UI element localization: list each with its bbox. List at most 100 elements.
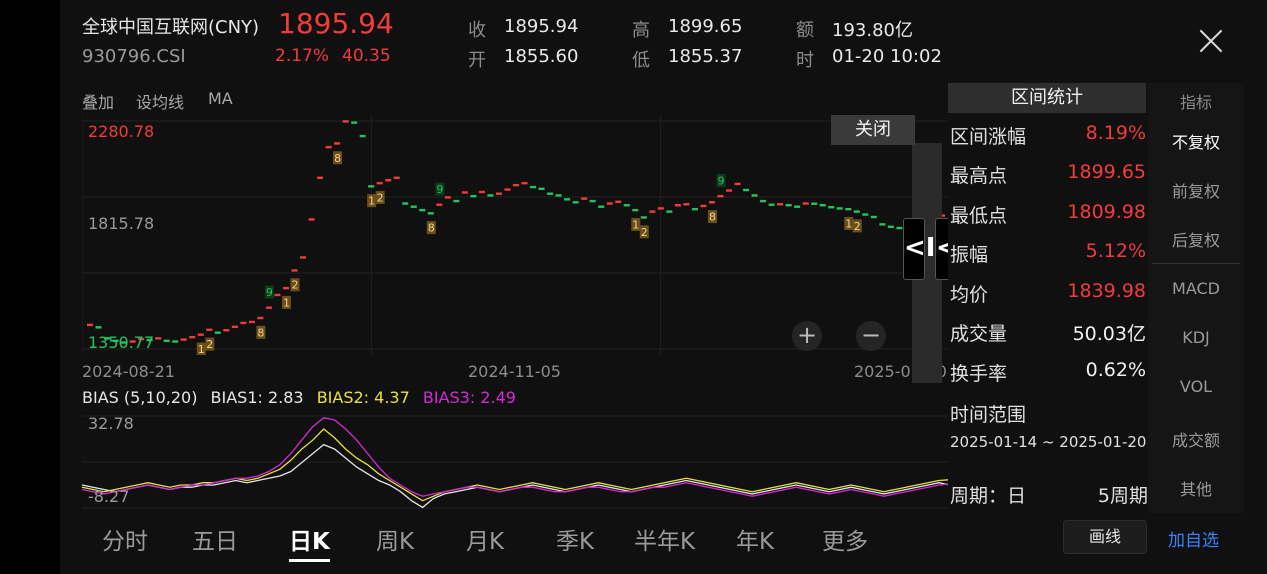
candle [223, 329, 230, 332]
tab-quarterly-k[interactable]: 季K [556, 522, 594, 556]
bias-legend: BIAS (5,10,20) BIAS1: 2.83 BIAS2: 4.37 B… [82, 388, 524, 407]
candle [674, 204, 681, 207]
quote-label-close: 收 [468, 20, 486, 41]
range-handle-left[interactable]: <I [903, 218, 935, 280]
kline-markers: 12891289128912891289 [196, 151, 922, 355]
candle [700, 204, 707, 208]
set-ma-button[interactable]: 设均线 [136, 89, 184, 113]
candle [734, 182, 741, 186]
tab-five-day[interactable]: 五日 [192, 522, 238, 556]
candle [180, 338, 187, 341]
candle [768, 203, 775, 206]
candle [206, 328, 213, 331]
bias-y-top: 32.78 [88, 414, 134, 433]
candle [427, 212, 434, 215]
quote-value-high: 1899.65 [668, 16, 743, 37]
y-axis-mid: 1815.78 [88, 214, 155, 233]
bias-grid [82, 415, 950, 509]
kline-chart[interactable]: 12891289128912891289 [82, 115, 950, 355]
kline-bars [87, 120, 945, 344]
candle [606, 202, 613, 205]
zoom-out-button[interactable]: − [856, 321, 886, 351]
candle [640, 216, 647, 219]
candle [368, 185, 375, 188]
candle [274, 293, 281, 297]
candle [530, 185, 537, 189]
candle [163, 339, 170, 343]
candle [870, 215, 877, 219]
td-marker-label: 2 [377, 191, 384, 204]
tab-weekly-k[interactable]: 周K [376, 522, 414, 556]
side-indicator[interactable]: 指标 [1148, 89, 1244, 113]
candle [487, 194, 494, 197]
candle [325, 145, 332, 149]
side-no-adjust[interactable]: 不复权 [1148, 129, 1244, 153]
quote-value-close: 1895.94 [504, 16, 579, 37]
candle [581, 197, 588, 200]
tab-halfyear-k[interactable]: 半年K [634, 522, 695, 556]
candle [419, 208, 426, 212]
candle [879, 223, 886, 226]
candle [521, 181, 528, 185]
tab-intraday[interactable]: 分时 [102, 522, 148, 556]
tab-yearly-k[interactable]: 年K [736, 522, 774, 556]
app-frame: 全球中国互联网(CNY) 1895.94 930796.CSI 2.17% 40… [60, 0, 1267, 574]
td-marker-label: 8 [709, 211, 716, 224]
close-range-button[interactable]: 关闭 [831, 115, 915, 145]
bias1-value: BIAS1: 2.83 [210, 388, 304, 407]
candle [300, 256, 306, 259]
td-marker-label: 8 [428, 222, 435, 235]
candle [836, 207, 843, 210]
candle [853, 210, 860, 213]
side-vol[interactable]: VOL [1148, 377, 1244, 396]
candle [240, 321, 247, 325]
candle [282, 286, 289, 290]
add-watchlist-button[interactable]: 加自选 [1168, 526, 1219, 551]
candle [376, 181, 383, 185]
tab-daily-k[interactable]: 日K [289, 522, 330, 562]
range-stats-panel: 区间统计 区间涨幅 8.19% 最高点 1899.65 最低点 1809.98 振幅 5… [948, 83, 1148, 513]
overlay-button[interactable]: 叠加 [82, 89, 114, 113]
candle [393, 176, 400, 179]
candle [691, 207, 698, 211]
candle [777, 203, 784, 206]
side-forward-adjust[interactable]: 前复权 [1148, 178, 1244, 202]
quote-label-high: 高 [632, 20, 650, 41]
side-divider [1152, 263, 1240, 264]
time-range-label: 时间范围 [950, 404, 1027, 426]
candle [317, 176, 324, 179]
candle [359, 134, 366, 138]
kline-grid [82, 115, 950, 355]
candle [402, 202, 409, 205]
range-stats-title: 区间统计 [948, 83, 1146, 113]
td-marker-label: 2 [291, 279, 298, 292]
tab-more[interactable]: 更多 [822, 522, 868, 556]
candle [504, 188, 511, 191]
candle [231, 325, 238, 329]
side-backward-adjust[interactable]: 后复权 [1148, 227, 1244, 251]
candle [623, 204, 630, 207]
close-icon[interactable] [1198, 28, 1224, 54]
candle [351, 121, 358, 124]
ma-button[interactable]: MA [208, 89, 233, 108]
side-kdj[interactable]: KDJ [1148, 328, 1244, 347]
bias-title: BIAS (5,10,20) [82, 388, 198, 407]
candle [666, 210, 673, 213]
candle [461, 191, 468, 194]
candle [598, 205, 605, 208]
candle [265, 306, 272, 309]
side-turnover-amount[interactable]: 成交额 [1148, 427, 1244, 451]
candle [862, 213, 869, 216]
tab-monthly-k[interactable]: 月K [466, 522, 504, 556]
candle [811, 202, 818, 205]
candle [385, 179, 392, 182]
side-other[interactable]: 其他 [1148, 476, 1244, 500]
side-macd[interactable]: MACD [1148, 279, 1244, 298]
bias-y-bottom: -8.27 [88, 487, 130, 506]
draw-line-button[interactable]: 画线 [1063, 520, 1147, 554]
candle [291, 269, 298, 272]
bias-chart[interactable] [82, 412, 950, 512]
candle [410, 205, 417, 208]
zoom-in-button[interactable]: + [792, 321, 822, 351]
candle [683, 203, 690, 206]
